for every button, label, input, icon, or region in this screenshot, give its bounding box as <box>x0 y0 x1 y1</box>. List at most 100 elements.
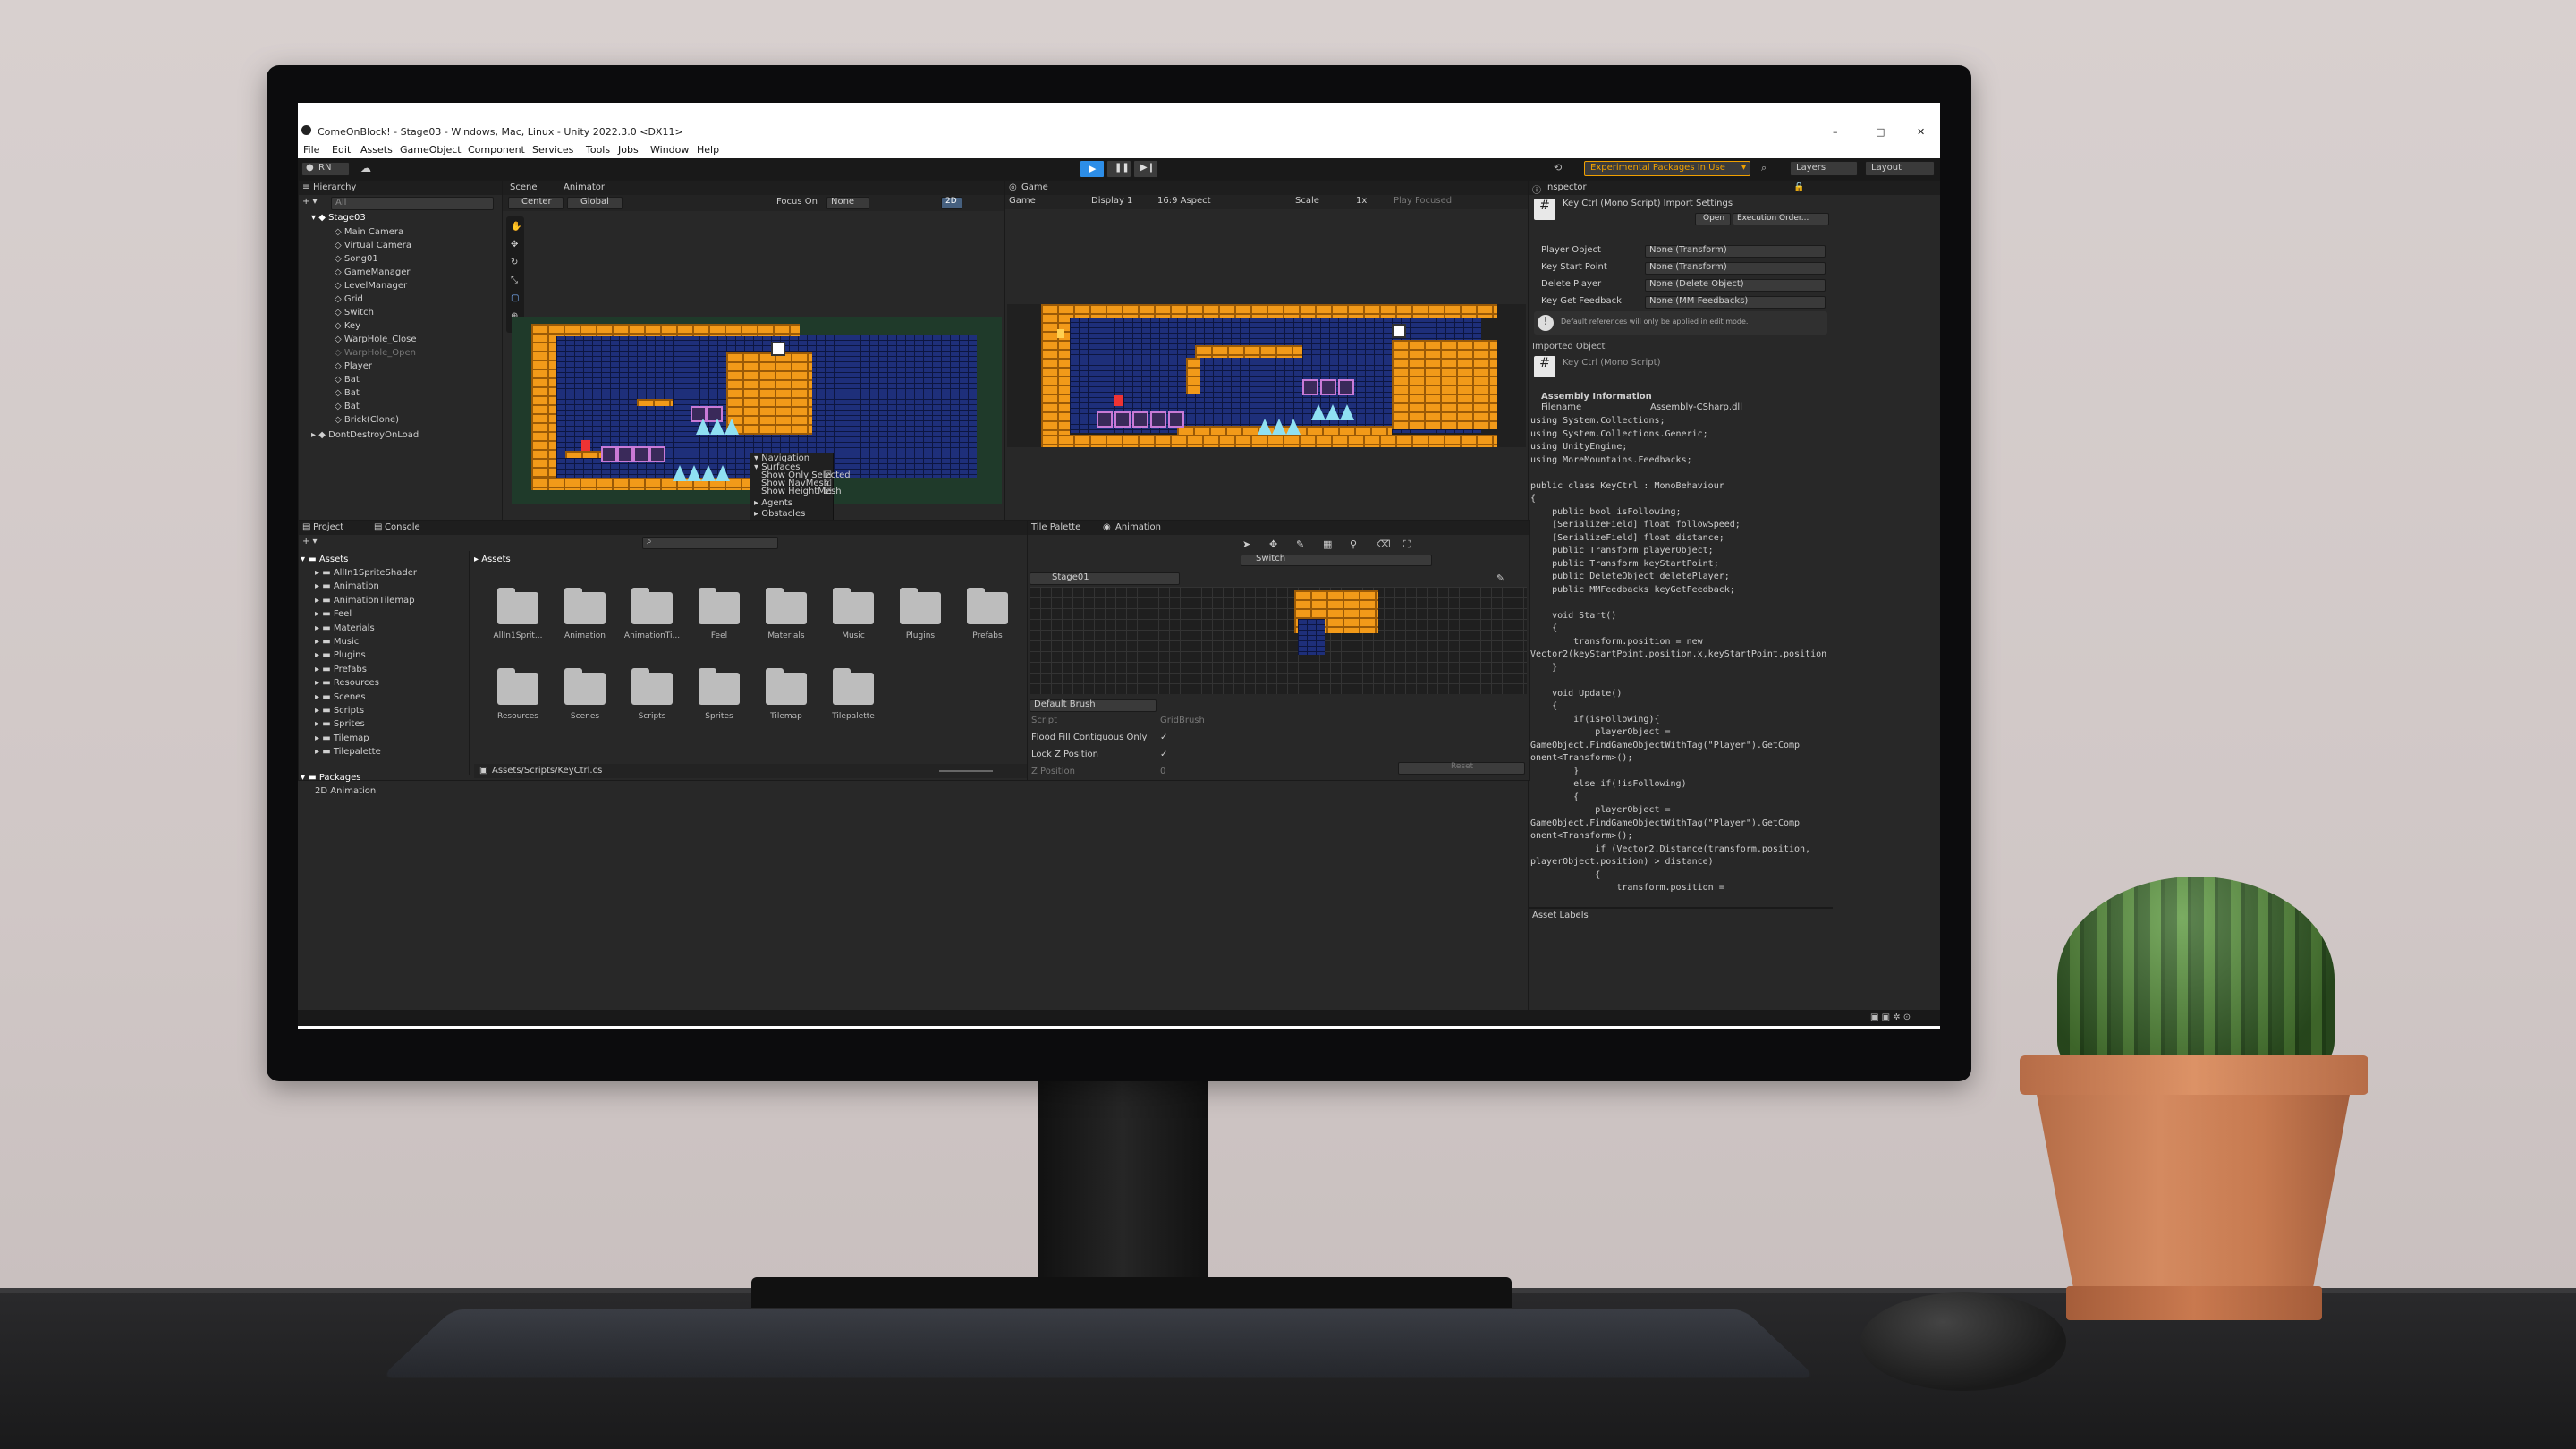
game-tab[interactable]: Game <box>1021 182 1048 192</box>
game-mode-dropdown[interactable]: Game <box>1007 197 1082 207</box>
palette-tiles-blue[interactable] <box>1298 619 1325 655</box>
rotate-tool-icon[interactable]: ↻ <box>511 258 518 267</box>
inspector-tab[interactable]: Inspector <box>1545 182 1587 192</box>
menu-gameobject[interactable]: GameObject <box>400 144 462 156</box>
hierarchy-tab[interactable]: Hierarchy <box>313 182 356 192</box>
eraser-icon[interactable]: ⌫ <box>1377 538 1391 550</box>
breadcrumb-label[interactable]: Assets <box>481 555 511 564</box>
folder-icon[interactable] <box>699 673 740 705</box>
dontdestroy-row[interactable]: ▸ ◆ DontDestroyOnLoad <box>311 430 419 440</box>
hierarchy-item[interactable]: ◇ Bat <box>335 375 360 385</box>
brush-property-value[interactable]: 0 <box>1160 767 1165 776</box>
step-button[interactable]: ▶❙ <box>1133 160 1158 178</box>
tree-folder[interactable]: ▸ ▬ Tilepalette <box>315 747 381 757</box>
folder-icon[interactable] <box>497 592 538 624</box>
show-heightmesh-row[interactable]: Show HeightMesh ☑ <box>761 487 842 496</box>
layout-dropdown[interactable]: Layout <box>1865 161 1935 176</box>
create-button[interactable]: + ▾ <box>302 197 318 207</box>
folder-icon[interactable] <box>564 592 606 624</box>
tree-folder[interactable]: ▸ ▬ AllIn1SpriteShader <box>315 568 417 578</box>
play-button[interactable]: ▶ <box>1080 160 1105 178</box>
agents-row[interactable]: ▸ Agents <box>754 498 792 508</box>
fill-icon[interactable]: ⛶ <box>1403 538 1411 551</box>
history-icon[interactable]: ⟲ <box>1554 162 1562 174</box>
tree-folder[interactable]: ▸ ▬ Feel <box>315 609 352 619</box>
packages-row[interactable]: ▾ ▬ Packages <box>301 773 361 783</box>
menu-help[interactable]: Help <box>697 144 719 156</box>
object-field[interactable]: None (Transform) <box>1645 245 1826 258</box>
folder-icon[interactable] <box>833 673 874 705</box>
rect-tool-icon[interactable]: ▢ <box>511 293 519 303</box>
hierarchy-item[interactable]: ◇ GameManager <box>335 267 410 277</box>
tree-folder[interactable]: ▸ ▬ Music <box>315 637 359 647</box>
project-search-input[interactable]: ⌕ <box>642 537 778 549</box>
animator-tab[interactable]: Animator <box>564 182 605 192</box>
reset-button[interactable]: Reset <box>1398 762 1525 775</box>
aspect-dropdown[interactable]: 16:9 Aspect <box>1156 197 1290 207</box>
folder-icon[interactable] <box>631 592 673 624</box>
folder-icon[interactable] <box>766 673 807 705</box>
tree-folder[interactable]: ▸ ▬ Scenes <box>315 692 366 702</box>
project-create-button[interactable]: + ▾ <box>302 537 318 547</box>
account-dropdown[interactable]: ● RN <box>301 162 350 176</box>
hierarchy-item[interactable]: ◇ Bat <box>335 388 360 398</box>
tile-palette-tab[interactable]: Tile Palette <box>1031 522 1080 532</box>
minimize-button[interactable]: – <box>1833 126 1838 138</box>
menu-file[interactable]: File <box>303 144 319 156</box>
hierarchy-item[interactable]: ◇ Brick(Clone) <box>335 415 399 425</box>
brush-dropdown[interactable]: Default Brush <box>1030 699 1157 712</box>
hierarchy-item[interactable]: ◇ Grid <box>335 294 363 304</box>
zoom-slider[interactable] <box>939 770 993 772</box>
2d-toggle[interactable]: 2D <box>941 197 962 209</box>
hierarchy-item[interactable]: ◇ LevelManager <box>335 281 407 291</box>
hierarchy-item[interactable]: ◇ Bat <box>335 402 360 411</box>
tree-folder[interactable]: ▸ ▬ Tilemap <box>315 733 369 743</box>
pivot-dropdown[interactable]: Center <box>508 197 564 209</box>
menu-tools[interactable]: Tools <box>586 144 610 156</box>
lock-icon[interactable]: 🔒 <box>1793 182 1804 192</box>
hierarchy-item[interactable]: ◇ Key <box>335 321 360 331</box>
tree-folder[interactable]: ▸ ▬ Prefabs <box>315 665 367 674</box>
tree-folder[interactable]: ▸ ▬ Scripts <box>315 706 364 716</box>
palette-grid[interactable] <box>1030 587 1527 694</box>
tree-folder[interactable]: ▸ ▬ AnimationTilemap <box>315 596 415 606</box>
hierarchy-item[interactable]: ◇ Player <box>335 361 372 371</box>
brush-property-value[interactable]: ✓ <box>1160 733 1167 742</box>
brush-property-value[interactable]: GridBrush <box>1160 716 1205 725</box>
hand-tool-icon[interactable]: ✋ <box>511 222 521 232</box>
maximize-button[interactable]: □ <box>1876 126 1885 138</box>
package-item[interactable]: 2D Animation <box>315 786 376 796</box>
folder-icon[interactable] <box>564 673 606 705</box>
pause-button[interactable]: ❚❚ <box>1106 160 1131 178</box>
focus-dropdown[interactable]: None <box>826 197 869 209</box>
hierarchy-item[interactable]: ◇ Main Camera <box>335 227 403 237</box>
object-field[interactable]: None (Delete Object) <box>1645 279 1826 292</box>
folder-icon[interactable] <box>497 673 538 705</box>
brush-property-value[interactable]: ✓ <box>1160 750 1167 759</box>
menu-window[interactable]: Window <box>650 144 689 156</box>
palette-dropdown[interactable]: Stage01 <box>1030 572 1180 585</box>
folder-icon[interactable] <box>766 592 807 624</box>
hierarchy-item[interactable]: ◇ Virtual Camera <box>335 241 411 250</box>
hierarchy-search-input[interactable]: All <box>331 197 494 210</box>
checkbox-checked[interactable]: ☑ <box>824 487 832 496</box>
menu-assets[interactable]: Assets <box>360 144 393 156</box>
hierarchy-item[interactable]: ◇ Switch <box>335 308 374 318</box>
display-dropdown[interactable]: Display 1 <box>1089 197 1152 207</box>
obstacles-row[interactable]: ▸ Obstacles <box>754 509 805 519</box>
space-dropdown[interactable]: Global <box>567 197 623 209</box>
select-tool-icon[interactable]: ➤ <box>1242 538 1250 550</box>
status-icons[interactable]: ▣ ▣ ✲ ⊙ <box>1870 1013 1911 1022</box>
console-tab[interactable]: Console <box>385 522 420 532</box>
layers-dropdown[interactable]: Layers <box>1790 161 1858 176</box>
folder-icon[interactable] <box>900 592 941 624</box>
scale-tool-icon[interactable]: ⤡ <box>511 275 518 285</box>
folder-icon[interactable] <box>631 673 673 705</box>
menu-edit[interactable]: Edit <box>332 144 351 156</box>
active-target-dropdown[interactable]: Switch <box>1241 555 1432 566</box>
project-tab[interactable]: Project <box>313 522 343 532</box>
menu-jobs[interactable]: Jobs <box>618 144 639 156</box>
experimental-packages-dropdown[interactable]: Experimental Packages In Use ▾ <box>1584 161 1750 176</box>
object-field[interactable]: None (Transform) <box>1645 262 1826 275</box>
tree-folder[interactable]: ▸ ▬ Materials <box>315 623 375 633</box>
